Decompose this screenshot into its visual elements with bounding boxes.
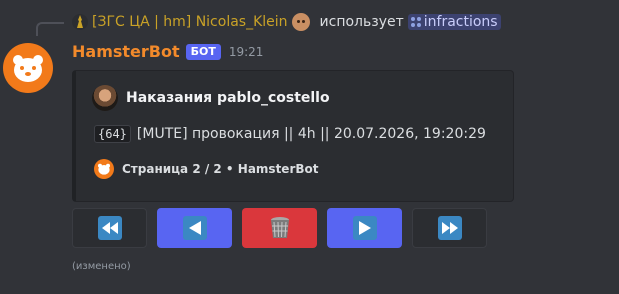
first-page-button[interactable] xyxy=(72,208,147,248)
infractions-embed: Наказания pablo_costello {64} [MUTE] про… xyxy=(72,70,514,202)
hamster-icon xyxy=(13,55,43,82)
infraction-text: [MUTE] провокация || 4h || 20.07.2026, 1… xyxy=(136,126,486,142)
bot-badge: БОТ xyxy=(185,43,221,60)
reply-action-text: использует xyxy=(319,14,404,30)
reply-connector xyxy=(36,22,64,36)
infraction-entry: {64} [MUTE] провокация || 4h || 20.07.20… xyxy=(94,125,486,143)
wastebasket-icon xyxy=(268,216,292,240)
embed-footer-text: Страница 2 / 2 • HamsterBot xyxy=(122,162,319,176)
embed-author-name: Наказания pablo_costello xyxy=(126,90,330,106)
cookie-face-icon xyxy=(291,13,310,31)
previous-page-button[interactable] xyxy=(157,208,232,248)
embed-footer: Страница 2 / 2 • HamsterBot xyxy=(94,159,319,179)
fast-backward-icon xyxy=(97,216,122,240)
reply-header[interactable]: [ЗГС ЦА | hm] Nicolas_Klein использует i… xyxy=(72,12,501,32)
delete-button[interactable] xyxy=(242,208,317,248)
embed-author: Наказания pablo_costello xyxy=(92,85,330,111)
message-timestamp[interactable]: 19:21 xyxy=(229,45,264,59)
message-header: HamsterBot БОТ 19:21 xyxy=(72,42,263,61)
replied-user-name[interactable]: [ЗГС ЦА | hm] Nicolas_Klein xyxy=(92,14,288,30)
footer-hamster-icon xyxy=(94,159,114,179)
next-icon xyxy=(352,216,377,240)
bot-avatar[interactable] xyxy=(3,43,53,93)
previous-icon xyxy=(182,216,207,240)
app-command-icon xyxy=(410,17,421,27)
last-page-button[interactable] xyxy=(412,208,487,248)
edited-label: (изменено) xyxy=(72,261,131,272)
infraction-id: {64} xyxy=(94,125,131,143)
fast-forward-icon xyxy=(437,216,462,240)
replied-user-avatar[interactable] xyxy=(72,14,88,30)
bot-username[interactable]: HamsterBot xyxy=(72,42,180,61)
next-page-button[interactable] xyxy=(327,208,402,248)
slash-command-name: infractions xyxy=(423,14,498,30)
embed-author-avatar xyxy=(92,85,118,111)
slash-command-link[interactable]: infractions xyxy=(407,14,501,30)
